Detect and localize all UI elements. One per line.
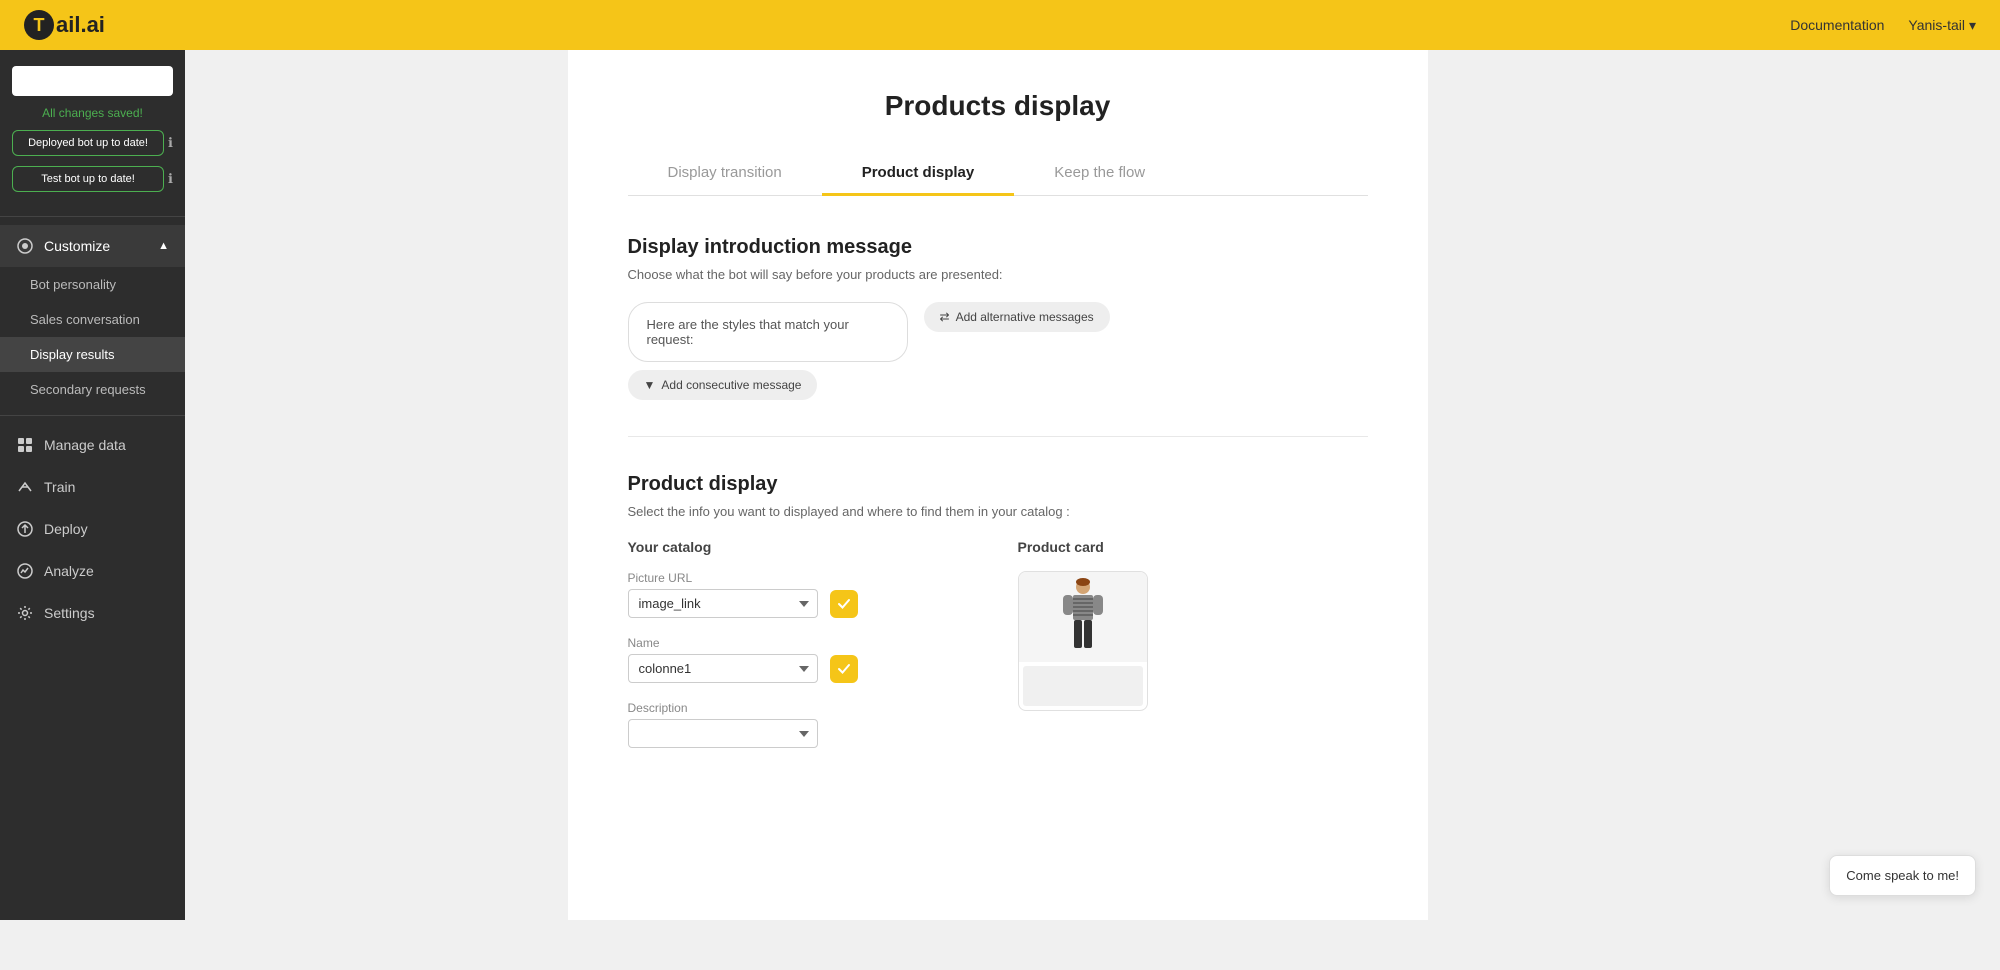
name-toggle[interactable]: [830, 655, 858, 683]
sidebar-search-input[interactable]: [12, 66, 173, 96]
customize-label: Customize: [44, 238, 110, 254]
main-content: Products display Display transition Prod…: [185, 50, 1810, 920]
customize-icon: [16, 237, 34, 255]
description-field-group: Description: [628, 701, 978, 748]
sidebar-sub-display-results[interactable]: Display results: [0, 337, 185, 372]
sidebar-item-settings[interactable]: Settings: [0, 592, 185, 634]
section-divider: [628, 436, 1368, 437]
product-card-text-area: [1023, 666, 1143, 706]
test-info-icon[interactable]: ℹ: [168, 171, 173, 187]
settings-icon: [16, 604, 34, 622]
sidebar-divider-2: [0, 415, 185, 416]
sidebar-sub-bot-personality[interactable]: Bot personality: [0, 267, 185, 302]
logo-text: ail.ai: [56, 12, 105, 38]
tab-keep-flow[interactable]: Keep the flow: [1014, 152, 1185, 196]
grid-icon: [16, 436, 34, 454]
your-catalog-col: Your catalog Picture URL image_link: [628, 539, 978, 766]
name-label: Name: [628, 636, 978, 650]
analyze-icon: [16, 562, 34, 580]
sidebar-item-analyze[interactable]: Analyze: [0, 550, 185, 592]
tab-product-display[interactable]: Product display: [822, 152, 1015, 196]
settings-label: Settings: [44, 605, 95, 621]
chevron-down-icon: ▾: [1969, 17, 1976, 34]
sidebar: All changes saved! Deployed bot up to da…: [0, 50, 185, 920]
train-label: Train: [44, 479, 75, 495]
page-title: Products display: [628, 90, 1368, 122]
saved-status: All changes saved!: [12, 106, 173, 120]
name-field-group: Name colonne1: [628, 636, 978, 683]
intro-section: Display introduction message Choose what…: [628, 236, 1368, 400]
logo[interactable]: T ail.ai: [24, 10, 105, 40]
product-card-preview: [1018, 571, 1148, 711]
deploy-icon: [16, 520, 34, 538]
right-panel: [1810, 50, 2000, 920]
logo-icon: T: [24, 10, 54, 40]
picture-url-toggle[interactable]: [830, 590, 858, 618]
intro-section-subtitle: Choose what the bot will say before your…: [628, 267, 1368, 282]
description-label: Description: [628, 701, 978, 715]
top-header: T ail.ai Documentation Yanis-tail ▾: [0, 0, 2000, 50]
sidebar-item-manage-data[interactable]: Manage data: [0, 424, 185, 466]
documentation-link[interactable]: Documentation: [1790, 17, 1884, 33]
sidebar-sub-sales-conversation[interactable]: Sales conversation: [0, 302, 185, 337]
picture-url-label: Picture URL: [628, 571, 978, 585]
deploy-info-icon[interactable]: ℹ: [168, 135, 173, 151]
your-catalog-label: Your catalog: [628, 539, 978, 555]
add-alternative-messages-button[interactable]: ⇄ Add alternative messages: [924, 302, 1110, 332]
header-right: Documentation Yanis-tail ▾: [1790, 17, 1976, 34]
intro-section-title: Display introduction message: [628, 236, 1368, 259]
product-section-subtitle: Select the info you want to displayed an…: [628, 504, 1368, 519]
product-card-label: Product card: [1018, 539, 1368, 555]
collapse-icon: ▲: [158, 240, 169, 252]
tab-display-transition[interactable]: Display transition: [628, 152, 822, 196]
catalog-columns: Your catalog Picture URL image_link: [628, 539, 1368, 766]
description-select[interactable]: [628, 719, 818, 748]
message-box[interactable]: Here are the styles that match your requ…: [628, 302, 908, 362]
product-section-title: Product display: [628, 473, 1368, 496]
fashion-figure-svg: [1058, 577, 1108, 657]
chat-bubble[interactable]: Come speak to me!: [1829, 855, 1976, 896]
shuffle-icon: ⇄: [940, 310, 950, 324]
sidebar-item-deploy[interactable]: Deploy: [0, 508, 185, 550]
deploy-bot-button[interactable]: Deployed bot up to date!: [12, 130, 164, 156]
picture-url-field-group: Picture URL image_link: [628, 571, 978, 618]
train-icon: [16, 478, 34, 496]
sidebar-item-train[interactable]: Train: [0, 466, 185, 508]
add-consecutive-message-button[interactable]: ▼ Add consecutive message: [628, 370, 818, 400]
tabs-bar: Display transition Product display Keep …: [628, 152, 1368, 196]
manage-data-label: Manage data: [44, 437, 126, 453]
sidebar-item-customize[interactable]: Customize ▲: [0, 225, 185, 267]
picture-url-select[interactable]: image_link: [628, 589, 818, 618]
user-name: Yanis-tail: [1908, 17, 1965, 33]
name-select[interactable]: colonne1: [628, 654, 818, 683]
sidebar-sub-secondary-requests[interactable]: Secondary requests: [0, 372, 185, 407]
product-card-col: Product card: [1018, 539, 1368, 766]
sidebar-divider: [0, 216, 185, 217]
message-area: Here are the styles that match your requ…: [628, 302, 1368, 400]
user-menu[interactable]: Yanis-tail ▾: [1908, 17, 1976, 34]
deploy-label: Deploy: [44, 521, 88, 537]
product-display-section: Product display Select the info you want…: [628, 473, 1368, 766]
product-card-image: [1019, 572, 1147, 662]
chevron-down-icon: ▼: [644, 378, 656, 392]
analyze-label: Analyze: [44, 563, 94, 579]
test-bot-button[interactable]: Test bot up to date!: [12, 166, 164, 192]
